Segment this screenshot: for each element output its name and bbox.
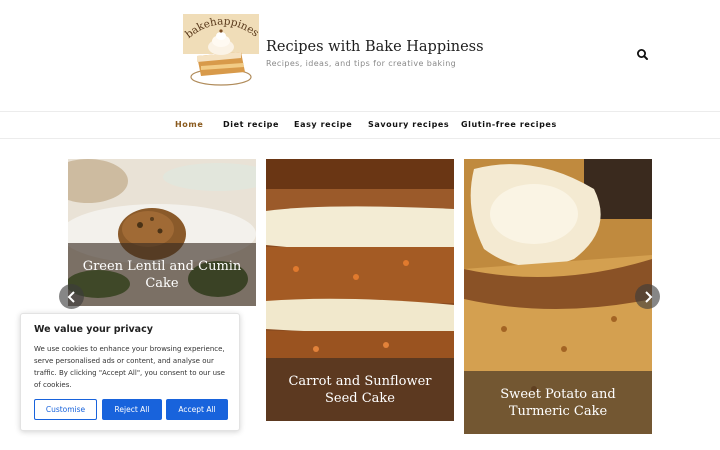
chevron-left-icon <box>67 290 75 303</box>
nav-item-savoury-recipes[interactable]: Savoury recipes <box>368 120 449 129</box>
site-title[interactable]: Recipes with Bake Happiness <box>266 39 484 55</box>
slider-prev-button[interactable] <box>59 284 84 309</box>
nav-item-home[interactable]: Home <box>175 120 203 129</box>
nav-item-diet-recipe[interactable]: Diet recipe <box>223 120 279 129</box>
search-button[interactable] <box>634 46 652 64</box>
recipe-card-title[interactable]: Carrot and Sunflower Seed Cake <box>276 373 444 407</box>
logo-text-arc: bakehappiness <box>183 14 259 41</box>
cookie-consent-banner: We value your privacy We use cookies to … <box>20 313 240 431</box>
recipe-card-sweet-potato[interactable]: Sweet Potato and Turmeric Cake <box>464 159 652 434</box>
recipe-card-overlay: Carrot and Sunflower Seed Cake <box>266 358 454 421</box>
recipe-card-overlay: Sweet Potato and Turmeric Cake <box>464 371 652 434</box>
main-navigation: Home Diet recipe Easy recipe Savoury rec… <box>0 111 720 139</box>
customise-button[interactable]: Customise <box>34 399 97 420</box>
slider-next-button[interactable] <box>635 284 660 309</box>
nav-item-easy-recipe[interactable]: Easy recipe <box>294 120 352 129</box>
recipe-card-overlay: Green Lentil and Cumin Cake <box>68 243 256 306</box>
chevron-right-icon <box>644 290 652 303</box>
recipe-card-title[interactable]: Sweet Potato and Turmeric Cake <box>474 386 642 420</box>
cookie-heading: We value your privacy <box>34 324 153 335</box>
nav-item-gluten-free-recipes[interactable]: Glutin-free recipes <box>461 120 557 129</box>
recipe-card-green-lentil[interactable]: Green Lentil and Cumin Cake <box>68 159 256 306</box>
cookie-description: We use cookies to enhance your browsing … <box>34 345 225 389</box>
site-logo[interactable]: bakehappiness <box>183 14 259 86</box>
recipe-card-carrot-sunflower[interactable]: Carrot and Sunflower Seed Cake <box>266 159 454 421</box>
accept-all-button[interactable]: Accept All <box>166 399 228 420</box>
recipe-card-title[interactable]: Green Lentil and Cumin Cake <box>78 258 246 292</box>
reject-all-button[interactable]: Reject All <box>102 399 162 420</box>
site-tagline: Recipes, ideas, and tips for creative ba… <box>266 59 457 68</box>
logo-text: bakehappiness <box>183 14 259 41</box>
search-icon <box>637 49 648 60</box>
svg-text:bakehappiness: bakehappiness <box>183 14 259 41</box>
